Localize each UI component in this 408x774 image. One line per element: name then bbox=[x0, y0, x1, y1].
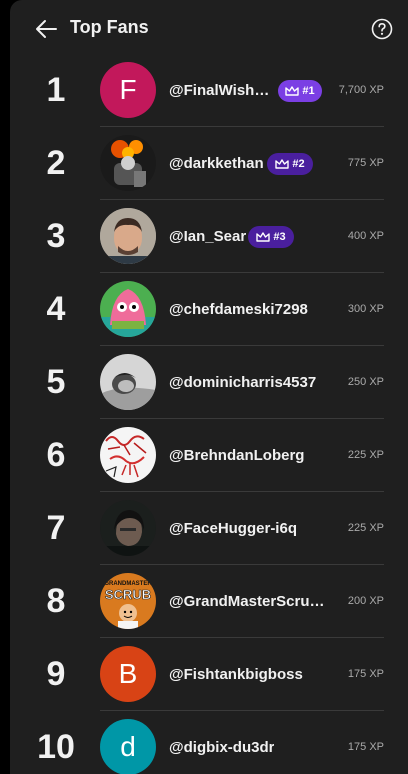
fan-list: 1 F @FinalWish4… #1 7,700 XP 2 @darkketh… bbox=[10, 54, 408, 774]
avatar-image bbox=[100, 135, 156, 191]
xp-value: 7,700 XP bbox=[338, 84, 384, 96]
avatar-image bbox=[100, 427, 156, 483]
fan-handle[interactable]: @dominicharris4537 bbox=[169, 346, 316, 419]
xp-value: 300 XP bbox=[347, 303, 384, 315]
badge-label: #1 bbox=[302, 85, 315, 97]
rank-number: 8 bbox=[46, 582, 66, 620]
rank-number: 5 bbox=[46, 363, 66, 401]
avatar[interactable] bbox=[100, 354, 156, 410]
avatar-image bbox=[100, 500, 156, 556]
fan-handle[interactable]: @FinalWish4… bbox=[169, 54, 273, 127]
fan-handle[interactable]: @FaceHugger-i6q bbox=[169, 492, 297, 565]
avatar[interactable]: GRANDMASTER SCRUB bbox=[100, 573, 156, 629]
list-item[interactable]: 8 GRANDMASTER SCRUB @GrandMasterScrub… 2… bbox=[10, 565, 408, 638]
rank-badge: #3 bbox=[248, 226, 294, 248]
avatar[interactable] bbox=[100, 281, 156, 337]
crown-icon bbox=[285, 85, 300, 96]
list-item[interactable]: 9 B @Fishtankbigboss 175 XP bbox=[10, 638, 408, 711]
back-arrow-icon[interactable] bbox=[34, 18, 58, 40]
xp-value: 175 XP bbox=[347, 668, 384, 680]
badge-label: #3 bbox=[273, 231, 286, 243]
xp-value: 200 XP bbox=[347, 595, 384, 607]
avatar-image bbox=[100, 354, 156, 410]
avatar[interactable] bbox=[100, 500, 156, 556]
list-item[interactable]: 2 @darkkethan #2 775 XP bbox=[10, 127, 408, 200]
list-item[interactable]: 7 @FaceHugger-i6q 225 XP bbox=[10, 492, 408, 565]
fan-handle[interactable]: @digbix-du3dr bbox=[169, 711, 274, 774]
crown-icon bbox=[256, 231, 271, 242]
crown-icon bbox=[275, 158, 290, 169]
fan-handle[interactable]: @GrandMasterScrub… bbox=[169, 565, 333, 638]
top-fans-panel: Top Fans 1 F @FinalWish4… #1 7,700 XP 2 bbox=[10, 0, 408, 774]
xp-value: 775 XP bbox=[347, 157, 384, 169]
rank-number: 10 bbox=[37, 728, 75, 766]
xp-value: 225 XP bbox=[347, 449, 384, 461]
rank-number: 7 bbox=[46, 509, 66, 547]
avatar[interactable] bbox=[100, 208, 156, 264]
avatar[interactable]: F bbox=[100, 62, 156, 118]
rank-number: 1 bbox=[46, 71, 66, 109]
avatar-image bbox=[100, 208, 156, 264]
list-item[interactable]: 10 d @digbix-du3dr 175 XP bbox=[10, 711, 408, 774]
list-item[interactable]: 5 @dominicharris4537 250 XP bbox=[10, 346, 408, 419]
list-item[interactable]: 3 @Ian_Sear #3 400 XP bbox=[10, 200, 408, 273]
xp-value: 400 XP bbox=[347, 230, 384, 242]
fan-handle[interactable]: @Fishtankbigboss bbox=[169, 638, 303, 711]
help-icon[interactable] bbox=[371, 18, 393, 40]
header: Top Fans bbox=[10, 0, 408, 56]
fan-handle[interactable]: @BrehndanLoberg bbox=[169, 419, 304, 492]
xp-value: 250 XP bbox=[347, 376, 384, 388]
page-title: Top Fans bbox=[70, 17, 149, 37]
fan-handle[interactable]: @chefdameski7298 bbox=[169, 273, 308, 346]
badge-label: #2 bbox=[292, 158, 305, 170]
list-item[interactable]: 6 @BrehndanLoberg 225 XP bbox=[10, 419, 408, 492]
avatar-letter: d bbox=[120, 731, 136, 762]
avatar[interactable] bbox=[100, 135, 156, 191]
rank-number: 6 bbox=[46, 436, 66, 474]
rank-number: 3 bbox=[46, 217, 66, 255]
avatar-image bbox=[100, 281, 156, 337]
avatar-letter: F bbox=[119, 74, 137, 105]
rank-number: 9 bbox=[46, 655, 66, 693]
avatar-caption: SCRUB bbox=[105, 587, 151, 602]
rank-badge: #2 bbox=[267, 153, 313, 175]
avatar-image: GRANDMASTER SCRUB bbox=[100, 573, 156, 629]
rank-badge: #1 bbox=[278, 80, 322, 102]
avatar-letter: B bbox=[118, 658, 138, 689]
rank-number: 4 bbox=[46, 290, 66, 328]
fan-handle[interactable]: @Ian_Sear bbox=[169, 200, 246, 273]
xp-value: 225 XP bbox=[347, 522, 384, 534]
avatar[interactable]: d bbox=[100, 719, 156, 774]
list-item[interactable]: 4 @chefdameski7298 300 XP bbox=[10, 273, 408, 346]
rank-number: 2 bbox=[46, 144, 66, 182]
fan-handle[interactable]: @darkkethan bbox=[169, 127, 264, 200]
list-item[interactable]: 1 F @FinalWish4… #1 7,700 XP bbox=[10, 54, 408, 127]
avatar[interactable]: B bbox=[100, 646, 156, 702]
xp-value: 175 XP bbox=[347, 741, 384, 753]
avatar[interactable] bbox=[100, 427, 156, 483]
